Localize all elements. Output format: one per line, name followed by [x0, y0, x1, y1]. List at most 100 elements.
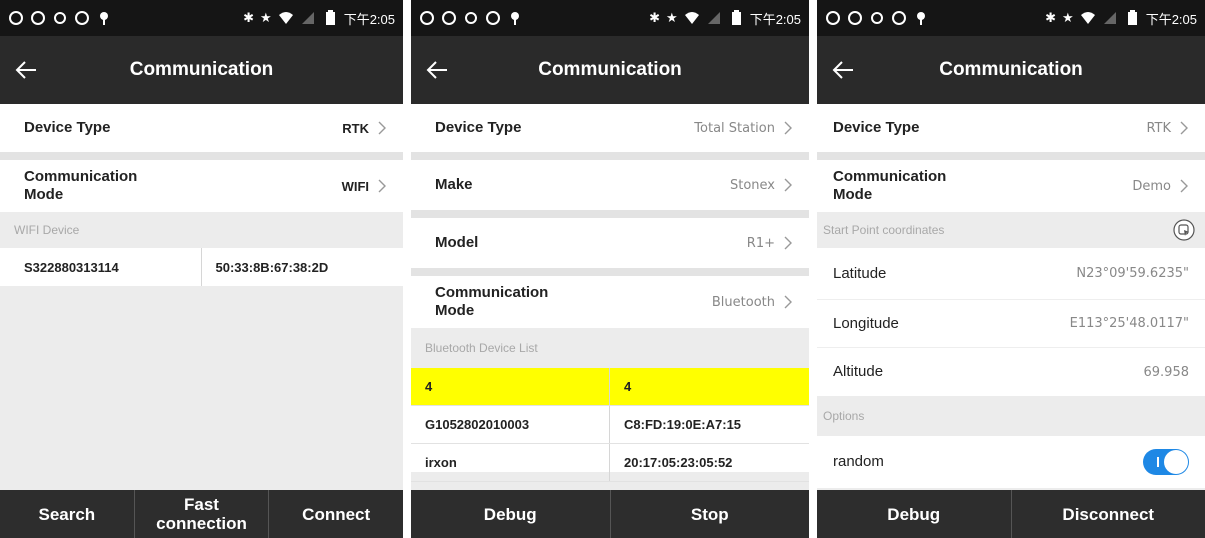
altitude-value: 69.958: [1143, 364, 1190, 380]
debug-button[interactable]: Debug: [817, 490, 1012, 538]
disconnect-button[interactable]: Disconnect: [1012, 490, 1205, 538]
make-row[interactable]: Make Stonex: [411, 160, 809, 210]
signal-icon: [707, 12, 720, 24]
chevron-right-icon: [1180, 121, 1188, 135]
device-type-value: RTK: [342, 120, 369, 136]
title-bar: Communication: [411, 36, 809, 104]
communication-mode-label: Communication Mode: [833, 168, 947, 203]
longitude-value: E113°25'48.0117": [1069, 316, 1189, 331]
panel-gap: [403, 0, 411, 538]
bluetooth-icon: ✱: [1045, 10, 1057, 25]
communication-mode-row[interactable]: Communication Mode WIFI: [0, 160, 403, 212]
start-point-section: Start Point coordinates: [817, 212, 1205, 248]
toggle-knob: [1164, 450, 1188, 474]
communication-mode-label: Communication Mode: [24, 168, 138, 203]
location-icon: [917, 12, 925, 25]
sync-icon: [31, 11, 45, 25]
connect-button[interactable]: Connect: [269, 490, 403, 538]
chevron-right-icon: [784, 121, 792, 135]
communication-mode-value: Bluetooth: [711, 294, 775, 310]
location-icon: [511, 12, 519, 25]
device-name: G1052802010003: [411, 406, 610, 443]
panel-gap: [809, 0, 817, 538]
divider: [0, 152, 403, 160]
sync-icon: [420, 11, 434, 25]
chevron-right-icon: [784, 295, 792, 309]
chevron-right-icon: [784, 236, 792, 250]
sync-icon: [848, 11, 862, 25]
bluetooth-device-list-section: Bluetooth Device List: [411, 328, 809, 368]
longitude-row: Longitude E113°25'48.0117": [817, 300, 1205, 348]
bluetooth-icon: ✱: [243, 10, 255, 25]
model-row[interactable]: Model R1+: [411, 218, 809, 268]
latitude-value: N23°09'59.6235": [1076, 266, 1189, 281]
device-row[interactable]: G1052802010003 C8:FD:19:0E:A7:15: [411, 406, 809, 444]
stop-button[interactable]: Stop: [611, 490, 810, 538]
communication-mode-value: Demo: [1132, 178, 1171, 194]
title-bar: Communication: [0, 36, 403, 104]
back-arrow-icon: [426, 61, 447, 79]
sync-icon: [9, 11, 23, 25]
battery-icon: [325, 10, 335, 25]
altitude-row: Altitude 69.958: [817, 348, 1205, 396]
device-address: 50:33:8B:67:38:2D: [215, 259, 329, 275]
device-type-row[interactable]: Device Type Total Station: [411, 104, 809, 152]
random-toggle[interactable]: [1143, 449, 1189, 475]
search-button[interactable]: Search: [0, 490, 135, 538]
back-arrow-icon: [832, 61, 853, 79]
start-point-label: Start Point coordinates: [823, 223, 945, 237]
star-icon: ★: [666, 10, 678, 25]
star-icon: ★: [260, 10, 272, 25]
device-name: 4: [411, 368, 610, 405]
bluetooth-icon: ✱: [649, 10, 661, 25]
communication-screen-rtk-wifi: ✱ ★ 下午2:05 Communication Device Type RTK…: [0, 0, 403, 538]
wifi-device-section: WIFI Device: [0, 212, 403, 248]
device-type-label: Device Type: [24, 119, 111, 136]
star-icon: ★: [1062, 10, 1074, 25]
fast-connection-button[interactable]: Fast connection: [135, 490, 270, 538]
page-title: Communication: [129, 59, 274, 80]
status-bar: ✱ ★ 下午2:05: [411, 0, 809, 36]
debug-button[interactable]: Debug: [411, 490, 611, 538]
divider: [411, 210, 809, 218]
model-label: Model: [435, 234, 479, 251]
back-button[interactable]: [411, 36, 463, 104]
device-address: 20:17:05:23:05:52: [624, 455, 733, 470]
divider: [817, 152, 1205, 160]
latitude-row: Latitude N23°09'59.6235": [817, 248, 1205, 300]
back-button[interactable]: [0, 36, 52, 104]
wifi-icon: [278, 12, 293, 24]
sync-icon: [442, 11, 456, 25]
wifi-icon: [684, 12, 699, 24]
device-type-label: Device Type: [435, 119, 522, 136]
device-row[interactable]: S322880313114 50:33:8B:67:38:2D: [0, 248, 403, 286]
status-bar: ✱ ★ 下午2:05: [817, 0, 1205, 36]
chevron-right-icon: [1180, 179, 1188, 193]
notification-icons: [8, 10, 112, 26]
communication-mode-row[interactable]: Communication Mode Bluetooth: [411, 276, 809, 328]
sync-icon: [826, 11, 840, 25]
notification-icons: [825, 10, 929, 26]
make-value: Stonex: [729, 177, 775, 193]
notification-icons: [419, 10, 523, 26]
back-button[interactable]: [817, 36, 869, 104]
chevron-right-icon: [378, 121, 386, 135]
device-name: S322880313114: [0, 248, 202, 286]
model-value: R1+: [746, 235, 775, 251]
locate-icon[interactable]: [1173, 219, 1195, 241]
sync-icon: [486, 11, 500, 25]
device-row-selected[interactable]: 4 4: [411, 368, 809, 406]
device-row[interactable]: irxon 20:17:05:23:05:52: [411, 444, 809, 482]
bluetooth-device-list: 4 4 G1052802010003 C8:FD:19:0E:A7:15 irx…: [411, 368, 809, 482]
options-section: Options: [817, 396, 1205, 436]
device-name: irxon: [411, 444, 610, 481]
device-type-row[interactable]: Device Type RTK: [0, 104, 403, 152]
action-bar: Search Fast connection Connect: [0, 490, 403, 538]
device-type-row[interactable]: Device Type RTK: [817, 104, 1205, 152]
random-row: random: [817, 436, 1205, 488]
longitude-label: Longitude: [833, 314, 899, 332]
sync-icon: [892, 11, 906, 25]
battery-icon: [1127, 10, 1137, 25]
clock: 下午2:05: [1145, 11, 1197, 27]
communication-mode-row[interactable]: Communication Mode Demo: [817, 160, 1205, 212]
